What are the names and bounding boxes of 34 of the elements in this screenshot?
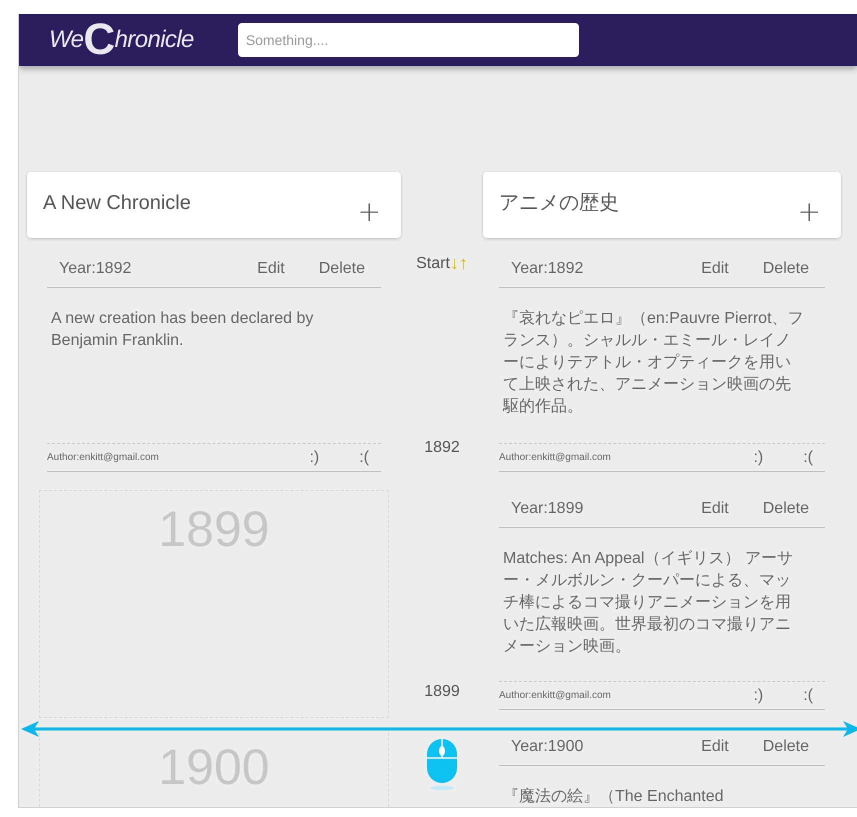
chronicle-title: アニメの歴史	[499, 191, 619, 216]
entry-text: Matches: An Appeal（イギリス） アーサー・メルボルン・クーパーによる、マッチ棒によるコマ撮りアニメーションを用いた広報映画。世界最初のコマ撮りアニメーション映画。	[502, 549, 794, 657]
start-label: Start↓↑	[416, 250, 468, 277]
entry-year: Year:1892	[511, 258, 584, 278]
delete-button[interactable]: Delete	[762, 256, 809, 280]
add-button[interactable]: +	[798, 198, 821, 226]
author-label: Author:enkitt@gmail.com	[47, 451, 160, 465]
delete-button[interactable]: Delete	[762, 496, 809, 520]
dislike-button[interactable]: :(	[803, 446, 813, 470]
author-label: Author:enkitt@gmail.com	[499, 689, 612, 703]
author-label: Author:enkitt@gmail.com	[499, 451, 612, 465]
entry-text: 『哀れなピエロ』（en:Pauvre Pierrot、フランス）。シャルル・エミール・レイノーによりテアトル・オプティークを用いて上映された、アニメーション映画の先駆的作品。	[502, 308, 805, 417]
delete-button[interactable]: Delete	[318, 256, 365, 280]
entry-year: Year:1900	[511, 736, 584, 756]
timeline-year: 1899	[424, 682, 460, 702]
chronicle-title: A New Chronicle	[43, 191, 191, 216]
like-button[interactable]: :)	[753, 446, 764, 470]
mouse-icon	[425, 738, 459, 790]
entry-text: 『魔法の絵』（The Enchanted	[502, 786, 725, 807]
entry-text: A new creation has been declared by Benjamin Franklin.	[50, 309, 314, 351]
dislike-button[interactable]: :(	[803, 684, 813, 708]
edit-button[interactable]: Edit	[701, 496, 729, 520]
edit-button[interactable]: Edit	[701, 734, 729, 758]
edit-button[interactable]: Edit	[701, 256, 729, 280]
entry-year: Year:1892	[59, 258, 132, 278]
like-button[interactable]: :)	[309, 446, 320, 470]
like-button[interactable]: :)	[753, 684, 764, 708]
entry-year: Year:1899	[511, 498, 584, 518]
search-field[interactable]: Something....	[238, 23, 579, 57]
delete-button[interactable]: Delete	[762, 734, 809, 758]
add-button[interactable]: +	[358, 198, 381, 226]
dislike-button[interactable]: :(	[359, 446, 369, 470]
timeline-year: 1892	[424, 438, 460, 458]
edit-button[interactable]: Edit	[257, 256, 285, 280]
